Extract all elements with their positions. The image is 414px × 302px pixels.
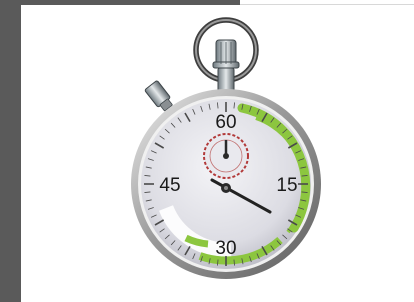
- dial-label-15: 15: [276, 175, 297, 196]
- dial-label-60: 60: [215, 112, 236, 133]
- stopwatch-icon: 60 15 30 45: [131, 17, 321, 279]
- dial-label-45: 45: [159, 175, 180, 196]
- sub-dial: [203, 133, 249, 179]
- dial-label-30: 30: [215, 238, 236, 259]
- crown-button: [212, 39, 240, 97]
